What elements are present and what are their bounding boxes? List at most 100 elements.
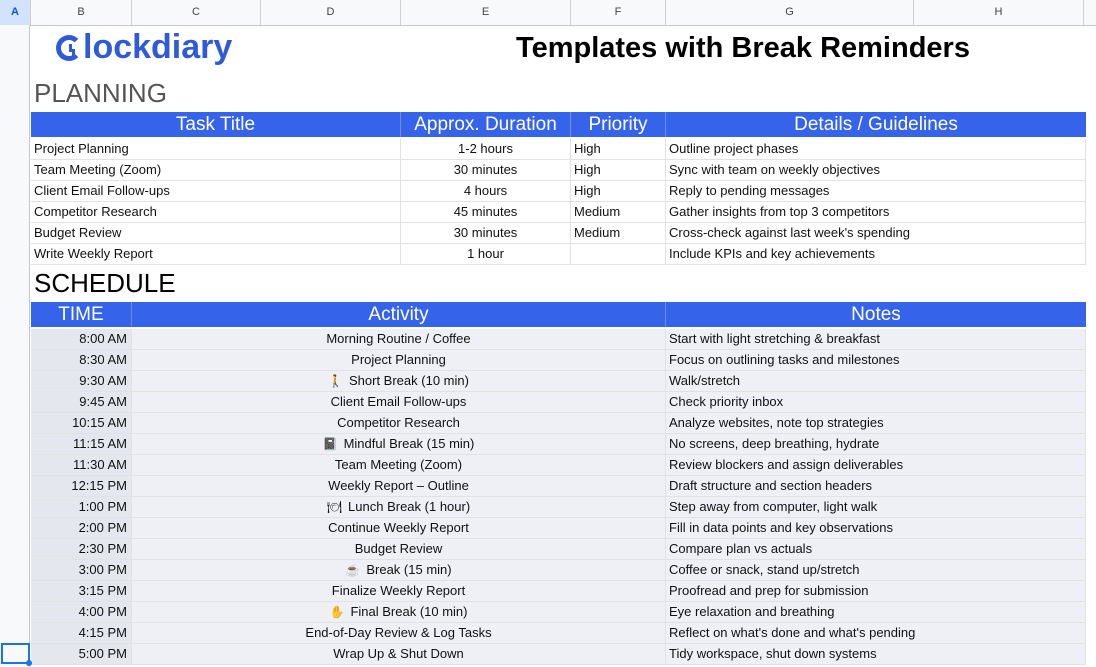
notes-cell[interactable]: Tidy workspace, shut down systems — [666, 644, 1086, 664]
page-title: Templates with Break Reminders — [516, 32, 970, 64]
activity-cell[interactable]: Project Planning — [132, 350, 666, 370]
task-title-cell[interactable]: Team Meeting (Zoom) — [31, 160, 401, 180]
column-header-f[interactable]: F — [571, 0, 666, 25]
priority-cell[interactable]: Medium — [571, 202, 666, 222]
priority-cell[interactable]: High — [571, 139, 666, 159]
priority-cell[interactable]: High — [571, 181, 666, 201]
activity-cell[interactable]: Budget Review — [132, 539, 666, 559]
schedule-row: 8:00 AM Morning Routine / Coffee Start wit… — [31, 329, 1086, 350]
priority-cell[interactable]: Medium — [571, 223, 666, 243]
duration-cell[interactable]: 30 minutes — [401, 223, 571, 243]
details-cell[interactable]: Cross-check against last week's spending — [666, 223, 1086, 243]
column-header-a[interactable]: A — [0, 0, 31, 25]
time-cell[interactable]: 11:15 AM — [31, 434, 132, 454]
activity-cell[interactable]: Continue Weekly Report — [132, 518, 666, 538]
time-cell[interactable]: 8:00 AM — [31, 329, 132, 349]
notes-cell[interactable]: Start with light stretching & breakfast — [666, 329, 1086, 349]
notes-cell[interactable]: Compare plan vs actuals — [666, 539, 1086, 559]
notes-cell[interactable]: Step away from computer, light walk — [666, 497, 1086, 517]
column-header-g[interactable]: G — [666, 0, 914, 25]
planning-row: Competitor Research 45 minutes Medium Gathe… — [31, 202, 1086, 223]
task-title-cell[interactable]: Project Planning — [31, 139, 401, 159]
schedule-row: 3:00 PM ☕ Break (15 min) Coffee or snack, s… — [31, 560, 1086, 581]
time-cell[interactable]: 3:00 PM — [31, 560, 132, 580]
priority-cell[interactable]: High — [571, 160, 666, 180]
details-cell[interactable]: Reply to pending messages — [666, 181, 1086, 201]
time-cell[interactable]: 1:00 PM — [31, 497, 132, 517]
break-icon: 📓 — [322, 437, 338, 451]
notes-cell[interactable]: Check priority inbox — [666, 392, 1086, 412]
column-header-b[interactable]: B — [31, 0, 132, 25]
notes-cell[interactable]: Focus on outlining tasks and milestones — [666, 350, 1086, 370]
duration-cell[interactable]: 1-2 hours — [401, 139, 571, 159]
details-cell[interactable]: Gather insights from top 3 competitors — [666, 202, 1086, 222]
time-cell[interactable]: 9:45 AM — [31, 392, 132, 412]
selected-cell[interactable] — [1, 643, 32, 666]
task-title-cell[interactable]: Budget Review — [31, 223, 401, 243]
time-cell[interactable]: 3:15 PM — [31, 581, 132, 601]
notes-cell[interactable]: Fill in data points and key observations — [666, 518, 1086, 538]
task-title-cell[interactable]: Competitor Research — [31, 202, 401, 222]
time-cell[interactable]: 8:30 AM — [31, 350, 132, 370]
notes-cell[interactable]: Coffee or snack, stand up/stretch — [666, 560, 1086, 580]
activity-label: Client Email Follow-ups — [330, 394, 467, 409]
activity-cell[interactable]: ☕ Break (15 min) — [132, 560, 666, 580]
time-cell[interactable]: 11:30 AM — [31, 455, 132, 475]
time-cell[interactable]: 4:00 PM — [31, 602, 132, 622]
notes-cell[interactable]: No screens, deep breathing, hydrate — [666, 434, 1086, 454]
time-cell[interactable]: 5:00 PM — [31, 644, 132, 664]
schedule-row: 3:15 PM Finalize Weekly Report Proofread a… — [31, 581, 1086, 602]
notes-cell[interactable]: Walk/stretch — [666, 371, 1086, 391]
activity-cell[interactable]: ✋ Final Break (10 min) — [132, 602, 666, 622]
activity-cell[interactable]: 🚶 Short Break (10 min) — [132, 371, 666, 391]
time-cell[interactable]: 12:15 PM — [31, 476, 132, 496]
duration-cell[interactable]: 1 hour — [401, 244, 571, 264]
activity-cell[interactable]: Weekly Report – Outline — [132, 476, 666, 496]
notes-cell[interactable]: Review blockers and assign deliverables — [666, 455, 1086, 475]
header-details: Details / Guidelines — [794, 114, 958, 135]
schedule-row: 11:15 AM 📓 Mindful Break (15 min) No screen… — [31, 434, 1086, 455]
activity-cell[interactable]: Morning Routine / Coffee — [132, 329, 666, 349]
notes-cell[interactable]: Reflect on what's done and what's pendin… — [666, 623, 1086, 643]
task-title-cell[interactable]: Client Email Follow-ups — [31, 181, 401, 201]
header-priority: Priority — [571, 112, 666, 137]
activity-label: Competitor Research — [337, 415, 460, 430]
activity-cell[interactable]: Client Email Follow-ups — [132, 392, 666, 412]
column-header-e[interactable]: E — [401, 0, 571, 25]
details-cell[interactable]: Outline project phases — [666, 139, 1086, 159]
column-header-c[interactable]: C — [132, 0, 261, 25]
column-header-h[interactable]: H — [914, 0, 1084, 25]
activity-cell[interactable]: Team Meeting (Zoom) — [132, 455, 666, 475]
activity-label: Continue Weekly Report — [328, 520, 469, 535]
activity-cell[interactable]: Wrap Up & Shut Down — [132, 644, 666, 664]
time-cell[interactable]: 4:15 PM — [31, 623, 132, 643]
logo-text: lockdiary — [83, 28, 233, 66]
notes-cell[interactable]: Draft structure and section headers — [666, 476, 1086, 496]
task-title-cell[interactable]: Write Weekly Report — [31, 244, 401, 264]
activity-cell[interactable]: 🍽 Lunch Break (1 hour) — [132, 497, 666, 517]
duration-cell[interactable]: 45 minutes — [401, 202, 571, 222]
duration-cell[interactable]: 4 hours — [401, 181, 571, 201]
details-cell[interactable]: Include KPIs and key achievements — [666, 244, 1086, 264]
schedule-row: 8:30 AM Project Planning Focus on outlinin… — [31, 350, 1086, 371]
priority-cell[interactable] — [571, 244, 666, 264]
duration-cell[interactable]: 30 minutes — [401, 160, 571, 180]
schedule-row: 11:30 AM Team Meeting (Zoom) Review blocke… — [31, 455, 1086, 476]
activity-label: Morning Routine / Coffee — [326, 331, 471, 346]
activity-cell[interactable]: Finalize Weekly Report — [132, 581, 666, 601]
activity-cell[interactable]: 📓 Mindful Break (15 min) — [132, 434, 666, 454]
activity-cell[interactable]: End-of-Day Review & Log Tasks — [132, 623, 666, 643]
activity-cell[interactable]: Competitor Research — [132, 413, 666, 433]
activity-label: Weekly Report – Outline — [328, 478, 469, 493]
details-cell[interactable]: Sync with team on weekly objectives — [666, 160, 1086, 180]
time-cell[interactable]: 10:15 AM — [31, 413, 132, 433]
column-header-d[interactable]: D — [261, 0, 401, 25]
time-cell[interactable]: 2:30 PM — [31, 539, 132, 559]
time-cell[interactable]: 9:30 AM — [31, 371, 132, 391]
time-cell[interactable]: 2:00 PM — [31, 518, 132, 538]
header-activity: Activity — [132, 302, 666, 327]
notes-cell[interactable]: Analyze websites, note top strategies — [666, 413, 1086, 433]
notes-cell[interactable]: Proofread and prep for submission — [666, 581, 1086, 601]
notes-cell[interactable]: Eye relaxation and breathing — [666, 602, 1086, 622]
row-gutter — [0, 25, 30, 667]
